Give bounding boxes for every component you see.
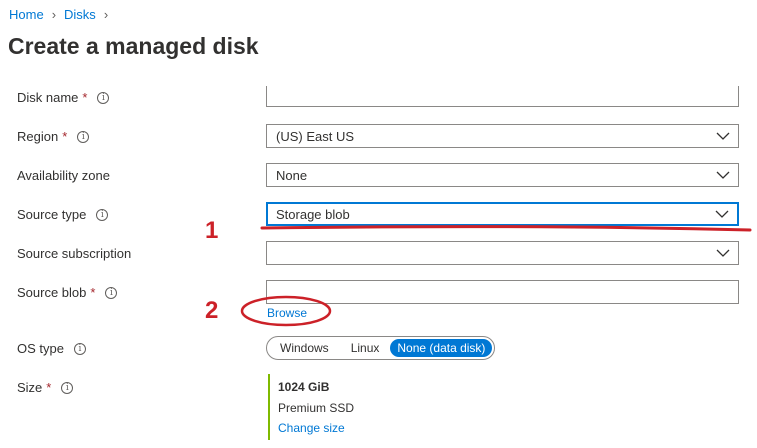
chevron-down-icon xyxy=(715,210,729,218)
disk-name-input[interactable] xyxy=(266,86,739,107)
breadcrumb: Home › Disks › xyxy=(9,7,116,22)
info-icon[interactable]: i xyxy=(73,342,86,355)
source-blob-label-text: Source blob xyxy=(17,285,87,300)
source-subscription-label-text: Source subscription xyxy=(17,246,132,261)
os-type-option-none[interactable]: None (data disk) xyxy=(390,339,493,357)
annotation-number-1: 1 xyxy=(205,217,219,244)
chevron-right-icon: › xyxy=(51,7,57,22)
availability-zone-label-text: Availability zone xyxy=(17,168,110,183)
os-type-label: OS type i xyxy=(17,341,86,356)
info-icon[interactable]: i xyxy=(97,91,110,104)
required-marker: * xyxy=(62,129,68,144)
browse-link[interactable]: Browse xyxy=(267,306,307,320)
info-icon[interactable]: i xyxy=(105,286,118,299)
disk-name-label-text: Disk name xyxy=(17,90,79,105)
region-value: (US) East US xyxy=(276,128,355,144)
source-type-label: Source type i xyxy=(17,207,109,222)
size-tier: Premium SSD xyxy=(278,401,355,415)
availability-zone-label: Availability zone xyxy=(17,168,110,183)
info-icon[interactable]: i xyxy=(77,130,90,143)
breadcrumb-disks-link[interactable]: Disks xyxy=(64,7,96,22)
page-title: Create a managed disk xyxy=(8,33,259,59)
chevron-down-icon xyxy=(716,132,730,140)
annotation-underline xyxy=(260,225,752,232)
os-type-option-linux[interactable]: Linux xyxy=(340,339,391,357)
change-size-link[interactable]: Change size xyxy=(278,421,345,435)
source-subscription-select[interactable] xyxy=(266,241,739,265)
region-select[interactable]: (US) East US xyxy=(266,124,739,148)
size-value: 1024 GiB xyxy=(278,380,330,394)
availability-zone-select[interactable]: None xyxy=(266,163,739,187)
chevron-down-icon xyxy=(716,249,730,257)
required-marker: * xyxy=(90,285,96,300)
info-icon[interactable]: i xyxy=(61,381,74,394)
source-type-value: Storage blob xyxy=(276,206,350,222)
disk-name-label: Disk name * i xyxy=(17,90,110,105)
source-type-select[interactable]: Storage blob xyxy=(266,202,739,226)
os-type-label-text: OS type xyxy=(17,341,64,356)
source-type-label-text: Source type xyxy=(17,207,87,222)
breadcrumb-home-link[interactable]: Home xyxy=(9,7,44,22)
required-marker: * xyxy=(82,90,88,105)
required-marker: * xyxy=(46,380,52,395)
source-blob-input[interactable] xyxy=(266,280,739,304)
os-type-option-windows[interactable]: Windows xyxy=(269,339,340,357)
chevron-down-icon xyxy=(716,171,730,179)
region-label-text: Region xyxy=(17,129,59,144)
region-label: Region * i xyxy=(17,129,90,144)
source-blob-label: Source blob * i xyxy=(17,285,118,300)
os-type-toggle[interactable]: Windows Linux None (data disk) xyxy=(266,336,496,360)
availability-zone-value: None xyxy=(276,167,308,183)
size-label: Size * i xyxy=(17,380,74,395)
annotation-number-2: 2 xyxy=(205,297,219,324)
source-subscription-label: Source subscription xyxy=(17,246,131,261)
size-summary: 1024 GiB Premium SSD Change size xyxy=(268,374,354,440)
chevron-right-icon: › xyxy=(103,7,109,22)
size-label-text: Size xyxy=(17,380,43,395)
info-icon[interactable]: i xyxy=(96,208,109,221)
